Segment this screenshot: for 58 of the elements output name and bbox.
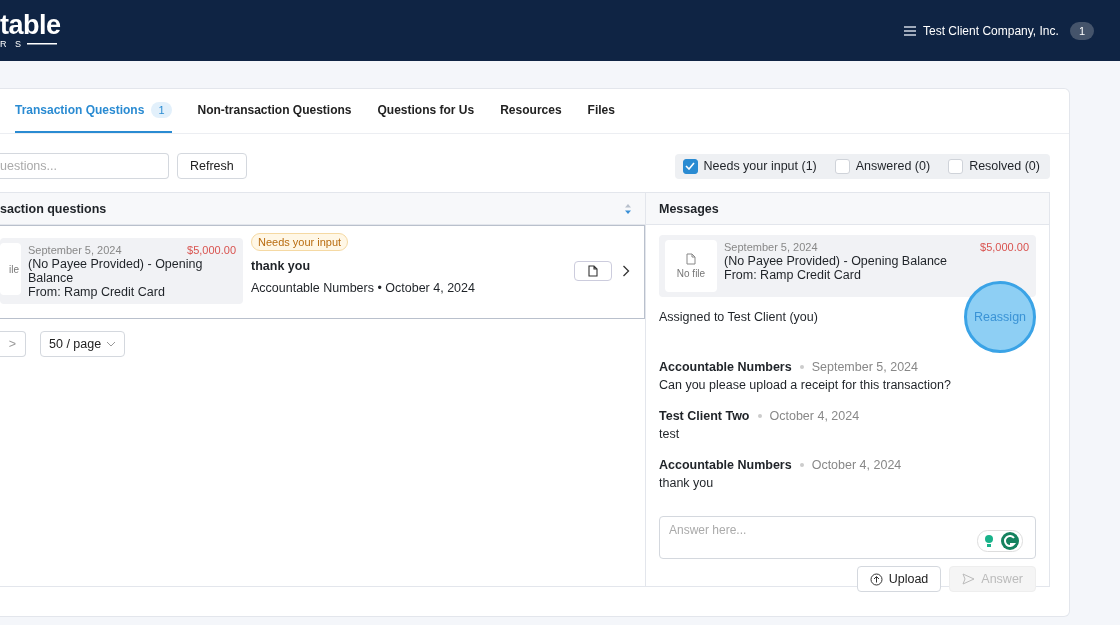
messages-title: Messages [659, 201, 719, 216]
message-date: October 4, 2024 [811, 457, 902, 474]
document-icon [588, 265, 598, 277]
send-icon [962, 573, 976, 585]
tab[interactable]: Transaction Questions 1 [15, 89, 172, 133]
last-message: thank you [251, 259, 311, 273]
message-author: Accountable Numbers [659, 457, 792, 474]
refresh-button[interactable]: Refresh [177, 153, 247, 179]
checkbox[interactable] [682, 158, 698, 174]
chevron-right-icon[interactable] [622, 265, 630, 277]
logo-subtext: R S [0, 37, 24, 50]
message-text: thank you [659, 475, 715, 492]
transaction-description: (No Payee Provided) - Opening Balance [28, 257, 204, 285]
message-author: Test Client Two [659, 408, 750, 425]
notification-badge: 1 [1069, 21, 1094, 40]
transaction-date: September 5, 2024 [724, 240, 818, 254]
message-author: Accountable Numbers [659, 359, 792, 376]
tab[interactable]: Questions for Us [377, 89, 475, 133]
sort-icon[interactable] [624, 202, 632, 215]
separator-dot [799, 365, 804, 369]
message-date: October 4, 2024 [769, 408, 860, 425]
page-size-select[interactable]: 50 / page [40, 331, 126, 357]
filter-label[interactable]: Answered (0) [855, 159, 931, 173]
search-field[interactable]: uestions... [0, 153, 169, 179]
separator-dot [757, 414, 762, 418]
message-meta: Accountable Numbers • October 4, 2024 [251, 281, 475, 295]
filter-label[interactable]: Needs your input (1) [703, 159, 817, 173]
document-button[interactable] [574, 261, 612, 281]
filter-label[interactable]: Resolved (0) [969, 159, 1040, 173]
caret-icon [106, 341, 117, 347]
tab[interactable]: Non-transaction Questions [197, 89, 352, 133]
logo-text: table [0, 11, 61, 38]
list-title: saction questions [0, 201, 107, 216]
answer-placeholder: Answer here... [669, 523, 747, 537]
assignment-text: Assigned to Test Client (you) [659, 310, 818, 324]
transaction-amount: $5,000.00 [187, 243, 236, 257]
question-row[interactable]: ile September 5, 2024 $5,000.00 (No Payee Provided) - Opening Balance From: Ramp Credit Card Needs your input thank you Accountable Numbers • October 4, 2024 [0, 225, 645, 319]
upload-icon [869, 572, 883, 586]
transaction-source: From: Ramp Credit Card [724, 268, 862, 282]
account-name[interactable]: Test Client Company, Inc. [923, 23, 1059, 38]
file-label: ile [9, 263, 19, 275]
transaction-amount: $5,000.00 [980, 240, 1029, 254]
tab[interactable]: Resources [500, 89, 562, 133]
menu-icon[interactable] [904, 25, 917, 36]
message-date: September 5, 2024 [811, 359, 918, 376]
transaction-description: (No Payee Provided) - Opening Balance [724, 254, 949, 268]
assistant-icons[interactable] [977, 530, 1023, 552]
separator-dot [799, 463, 804, 467]
file-label: No file [676, 268, 706, 279]
document-icon [686, 253, 696, 265]
message-text: test [659, 426, 681, 443]
count-badge: 1 [151, 102, 172, 118]
tab[interactable]: Files [587, 89, 615, 133]
upload-button[interactable]: Upload [856, 566, 942, 592]
transaction-date: September 5, 2024 [28, 243, 122, 257]
message-text: Can you please upload a receipt for this transaction? [659, 377, 952, 394]
status-tag: Needs your input [251, 233, 349, 251]
transaction-source: From: Ramp Credit Card [28, 285, 166, 299]
